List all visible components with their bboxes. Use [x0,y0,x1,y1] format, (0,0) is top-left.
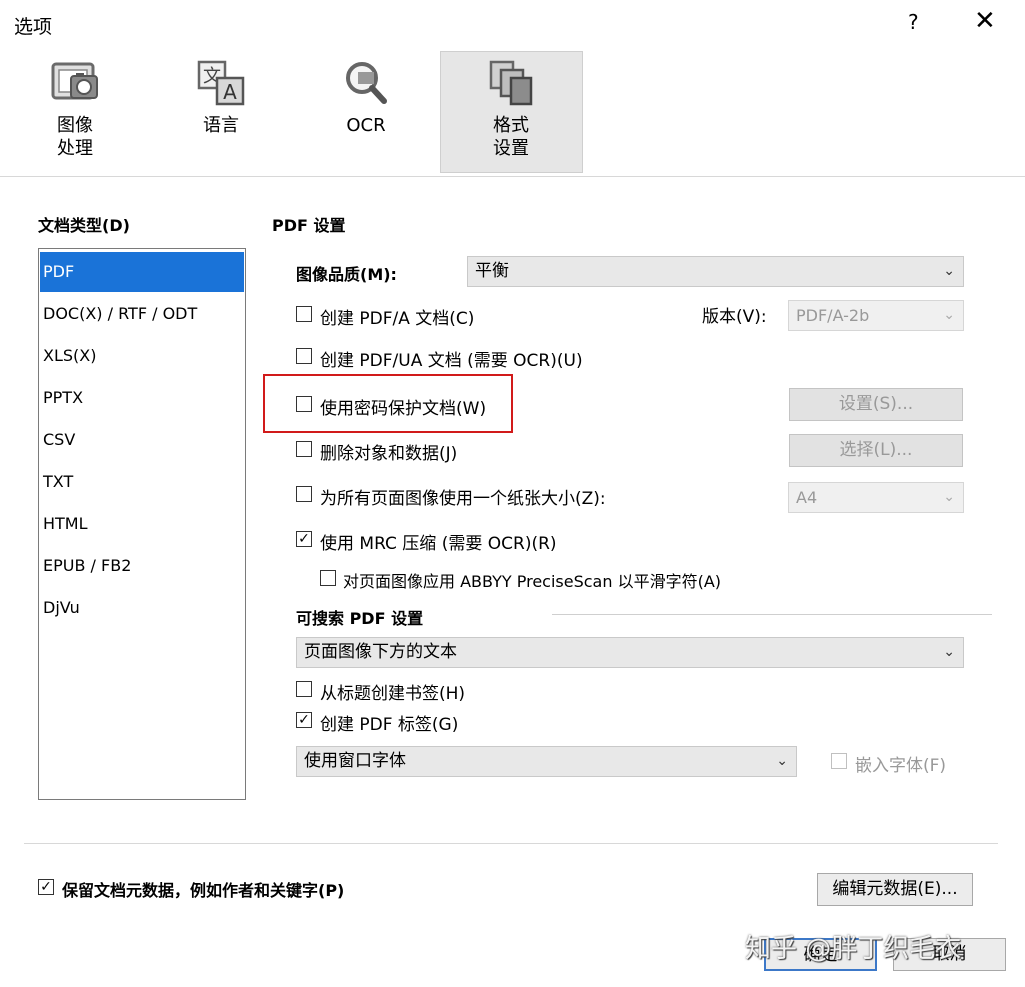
papersize-checkbox[interactable] [296,486,312,502]
tab-format-settings[interactable]: 格式 设置 [470,58,552,160]
password-settings-button[interactable]: 设置(S)... [789,388,963,421]
chevron-down-icon: ⌄ [943,263,955,279]
checkmark-icon: ✓ [40,879,52,895]
embed-fonts-checkbox[interactable] [831,753,847,769]
delete-objects-checkbox[interactable] [296,441,312,457]
footer-divider [24,843,998,844]
bookmarks-label: 从标题创建书签(H) [320,684,466,704]
pdf-tags-checkbox[interactable]: ✓ [296,712,312,728]
searchable-pdf-heading: 可搜索 PDF 设置 [296,609,424,628]
mrc-checkbox[interactable]: ✓ [296,531,312,547]
doc-type-djvu[interactable]: DjVu [40,588,244,628]
select-objects-button[interactable]: 选择(L)... [789,434,963,467]
metadata-label: 保留文档元数据，例如作者和关键字(P) [62,881,345,900]
tab-ocr[interactable]: OCR [325,58,407,137]
tab-image-processing-line2: 处理 [57,138,93,159]
papersize-select[interactable]: A4 ⌄ [788,482,964,513]
help-button[interactable]: ? [908,10,919,34]
tab-format-settings-line2: 设置 [493,138,529,159]
chevron-down-icon: ⌄ [943,489,955,505]
checkmark-icon: ✓ [298,712,310,728]
tab-language[interactable]: 文 A 语言 [180,58,262,137]
image-quality-label: 图像品质(M): [296,265,397,284]
image-processing-icon [51,62,98,100]
image-quality-value: 平衡 [475,261,509,281]
ocr-icon [346,62,387,104]
tab-ocr-label: OCR [346,115,386,136]
precisescan-label: 对页面图像应用 ABBYY PreciseScan 以平滑字符(A) [343,572,722,591]
pdfa-version-select[interactable]: PDF/A-2b ⌄ [788,300,964,331]
metadata-checkbox[interactable]: ✓ [38,879,54,895]
font-select[interactable]: 使用窗口字体 ⌄ [296,746,797,777]
doc-type-label: 文档类型(D) [38,216,130,235]
doc-type-xls[interactable]: XLS(X) [40,336,244,376]
mrc-label: 使用 MRC 压缩 (需要 OCR)(R) [320,534,557,554]
pdfa-label: 创建 PDF/A 文档(C) [320,309,475,329]
tab-image-processing-line1: 图像 [57,115,93,136]
chevron-down-icon: ⌄ [776,753,788,769]
pdf-settings-heading: PDF 设置 [272,216,346,235]
password-checkbox[interactable] [296,396,312,412]
password-label: 使用密码保护文档(W) [320,399,487,419]
papersize-label: 为所有页面图像使用一个纸张大小(Z): [320,489,606,509]
watermark-text: 知乎 @胖丁织毛衣 [745,934,962,964]
doc-type-list[interactable]: PDF DOC(X) / RTF / ODT XLS(X) PPTX CSV T… [38,248,246,800]
section-divider [552,614,992,615]
doc-type-doc[interactable]: DOC(X) / RTF / ODT [40,294,244,334]
pdfua-checkbox[interactable] [296,348,312,364]
delete-objects-label: 删除对象和数据(J) [320,444,458,464]
edit-metadata-button[interactable]: 编辑元数据(E)... [817,873,973,906]
pdfua-label: 创建 PDF/UA 文档 (需要 OCR)(U) [320,351,583,371]
bookmarks-checkbox[interactable] [296,681,312,697]
precisescan-checkbox[interactable] [320,570,336,586]
image-quality-select[interactable]: 平衡 ⌄ [467,256,964,287]
doc-type-txt[interactable]: TXT [40,462,244,502]
svg-text:A: A [223,80,237,104]
chevron-down-icon: ⌄ [943,307,955,323]
doc-type-epub[interactable]: EPUB / FB2 [40,546,244,586]
searchable-mode-select[interactable]: 页面图像下方的文本 ⌄ [296,637,964,668]
version-label: 版本(V): [702,307,767,327]
language-icon: 文 A [197,60,245,106]
doc-type-html[interactable]: HTML [40,504,244,544]
close-button[interactable]: ✕ [974,6,996,36]
checkmark-icon: ✓ [298,531,310,547]
pdfa-version-value: PDF/A-2b [796,306,870,325]
format-settings-icon [489,60,533,106]
chevron-down-icon: ⌄ [943,644,955,660]
tab-image-processing[interactable]: 图像 处理 [34,58,116,160]
tab-language-label: 语言 [203,115,239,136]
toolbar-divider [0,176,1025,177]
pdfa-checkbox[interactable] [296,306,312,322]
pdf-tags-label: 创建 PDF 标签(G) [320,715,459,735]
font-value: 使用窗口字体 [304,751,406,771]
embed-fonts-label: 嵌入字体(F) [855,756,947,776]
doc-type-csv[interactable]: CSV [40,420,244,460]
searchable-mode-value: 页面图像下方的文本 [304,642,457,662]
doc-type-pdf[interactable]: PDF [40,252,244,292]
dialog-title: 选项 [14,16,53,38]
doc-type-pptx[interactable]: PPTX [40,378,244,418]
tab-format-settings-line1: 格式 [493,115,529,136]
papersize-value: A4 [796,488,818,507]
